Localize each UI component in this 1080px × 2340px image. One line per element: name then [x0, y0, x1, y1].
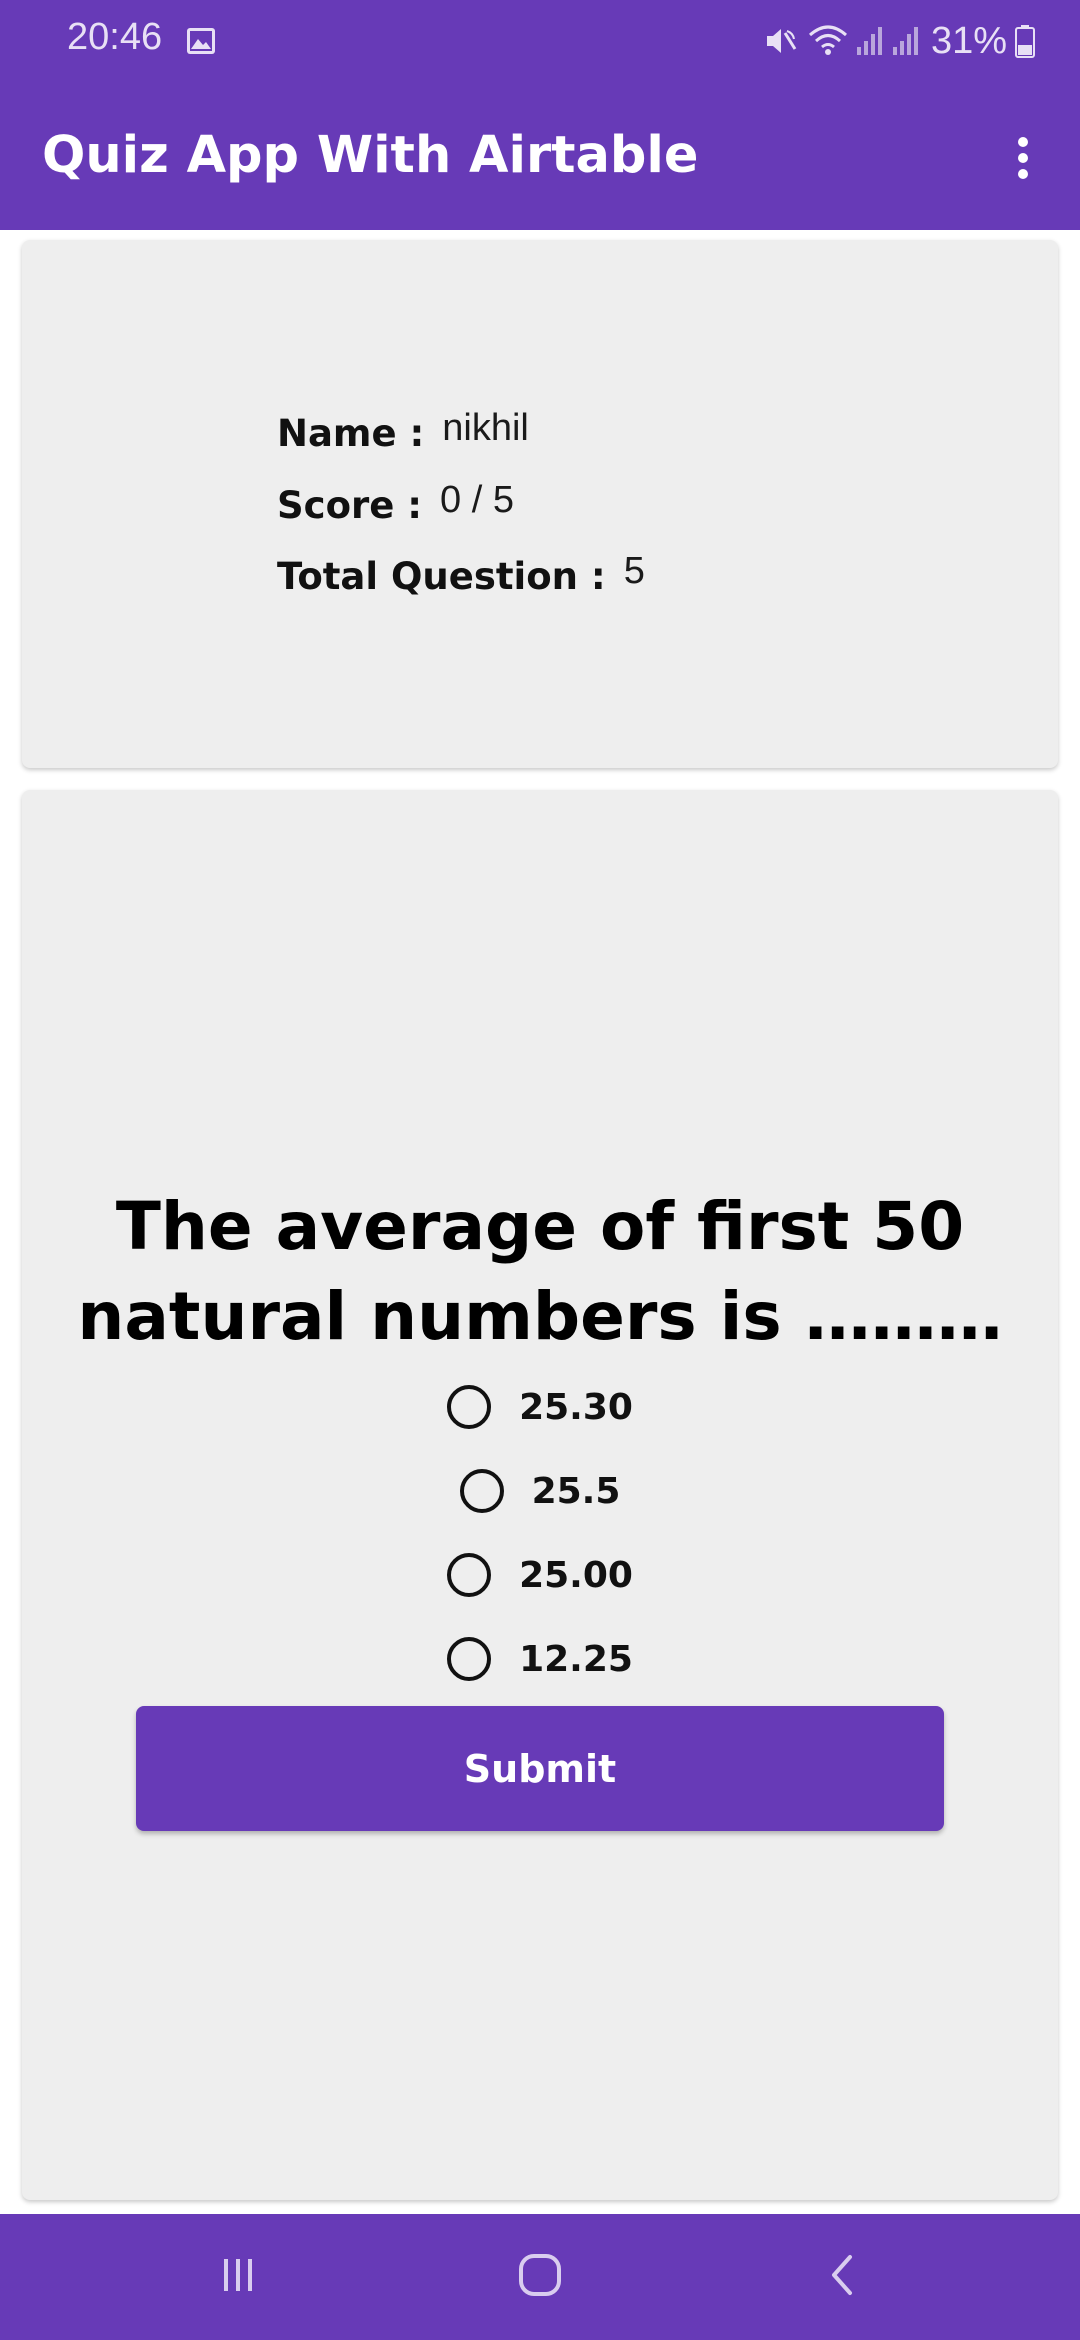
name-value: nikhil — [442, 407, 529, 449]
option-3[interactable]: 25.00 — [22, 1540, 1058, 1610]
recent-apps-icon — [216, 2253, 260, 2301]
option-4[interactable]: 12.25 — [22, 1624, 1058, 1694]
status-icons: 31% — [763, 16, 1035, 66]
radio-button[interactable] — [447, 1637, 492, 1681]
app-title: Quiz App With Airtable — [42, 126, 699, 185]
total-question-label: Total Question : — [277, 555, 606, 598]
submit-button[interactable]: Submit — [136, 1706, 944, 1831]
name-label: Name : — [277, 412, 425, 455]
wifi-icon — [807, 23, 849, 59]
mute-icon — [763, 23, 799, 59]
back-button[interactable] — [742, 2214, 942, 2340]
radio-button[interactable] — [459, 1469, 504, 1513]
home-button[interactable] — [440, 2214, 640, 2340]
option-label: 25.00 — [519, 1554, 633, 1596]
score-value: 0 / 5 — [440, 479, 514, 521]
option-label: 12.25 — [519, 1638, 633, 1680]
signal-icon — [855, 23, 885, 59]
more-vert-icon[interactable] — [1005, 134, 1041, 182]
option-2[interactable]: 25.5 — [22, 1456, 1058, 1526]
app-bar: Quiz App With Airtable — [0, 82, 1080, 230]
signal-icon — [891, 23, 921, 59]
name-row: Name : nikhil — [277, 407, 529, 456]
back-icon — [820, 2251, 864, 2303]
option-1[interactable]: 25.30 — [22, 1372, 1058, 1442]
total-question-value: 5 — [623, 550, 645, 592]
total-question-row: Total Question : 5 — [277, 550, 645, 599]
question-line: natural numbers is ……… — [77, 1278, 1003, 1355]
option-label: 25.5 — [531, 1470, 621, 1512]
radio-button[interactable] — [447, 1553, 492, 1597]
score-row: Score : 0 / 5 — [277, 479, 514, 528]
option-label: 25.30 — [519, 1386, 633, 1428]
navigation-bar — [0, 2214, 1080, 2340]
status-time: 20:46 — [67, 16, 163, 58]
battery-icon — [1015, 23, 1035, 59]
image-icon — [185, 25, 217, 57]
score-label: Score : — [277, 484, 423, 527]
battery-percent: 31% — [930, 19, 1007, 62]
radio-button[interactable] — [447, 1385, 492, 1429]
question-line: The average of first 50 — [115, 1188, 965, 1265]
question-text: The average of first 50 natural numbers … — [22, 1182, 1058, 1362]
status-bar: 20:46 31% — [0, 0, 1080, 82]
recent-apps-button[interactable] — [138, 2214, 338, 2340]
quiz-card: The average of first 50 natural numbers … — [22, 790, 1058, 2200]
player-info-card: Name : nikhil Score : 0 / 5 Total Questi… — [22, 240, 1058, 768]
home-icon — [516, 2251, 564, 2303]
